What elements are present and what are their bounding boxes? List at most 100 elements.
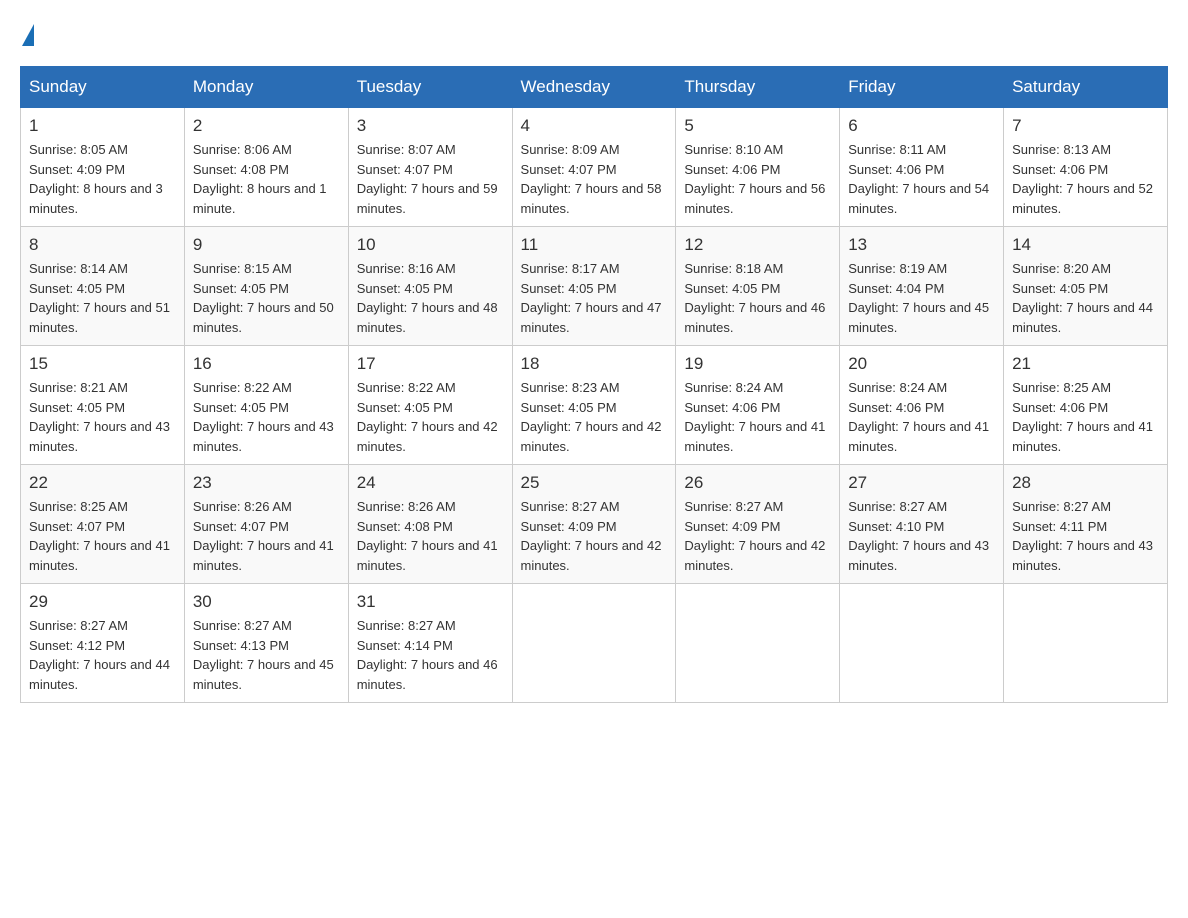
calendar-day-cell: 11 Sunrise: 8:17 AMSunset: 4:05 PMDayligh…: [512, 227, 676, 346]
calendar-day-cell: 13 Sunrise: 8:19 AMSunset: 4:04 PMDayligh…: [840, 227, 1004, 346]
calendar-day-cell: 14Sunrise: 8:20 AMSunset: 4:05 PMDayligh…: [1004, 227, 1168, 346]
calendar-day-header: Tuesday: [348, 67, 512, 108]
day-info: Sunrise: 8:16 AMSunset: 4:05 PMDaylight:…: [357, 259, 504, 337]
day-info: Sunrise: 8:27 AMSunset: 4:14 PMDaylight:…: [357, 616, 504, 694]
calendar-day-header: Thursday: [676, 67, 840, 108]
day-info: Sunrise: 8:11 AMSunset: 4:06 PMDaylight:…: [848, 140, 995, 218]
logo-triangle-icon: [22, 24, 34, 46]
calendar-week-row: 8 Sunrise: 8:14 AMSunset: 4:05 PMDaylight…: [21, 227, 1168, 346]
calendar-day-cell: 15 Sunrise: 8:21 AMSunset: 4:05 PMDayligh…: [21, 346, 185, 465]
day-info: Sunrise: 8:14 AMSunset: 4:05 PMDaylight:…: [29, 259, 176, 337]
day-info: Sunrise: 8:10 AMSunset: 4:06 PMDaylight:…: [684, 140, 831, 218]
day-info: Sunrise: 8:17 AMSunset: 4:05 PMDaylight:…: [521, 259, 668, 337]
day-number: 21: [1012, 354, 1159, 374]
day-info: Sunrise: 8:07 AMSunset: 4:07 PMDaylight:…: [357, 140, 504, 218]
day-info: Sunrise: 8:18 AMSunset: 4:05 PMDaylight:…: [684, 259, 831, 337]
day-number: 19: [684, 354, 831, 374]
day-info: Sunrise: 8:23 AMSunset: 4:05 PMDaylight:…: [521, 378, 668, 456]
calendar-day-cell: 16 Sunrise: 8:22 AMSunset: 4:05 PMDayligh…: [184, 346, 348, 465]
calendar-header-row: SundayMondayTuesdayWednesdayThursdayFrid…: [21, 67, 1168, 108]
calendar-day-cell: 19Sunrise: 8:24 AMSunset: 4:06 PMDayligh…: [676, 346, 840, 465]
day-number: 23: [193, 473, 340, 493]
day-info: Sunrise: 8:06 AMSunset: 4:08 PMDaylight:…: [193, 140, 340, 218]
calendar-week-row: 29Sunrise: 8:27 AMSunset: 4:12 PMDayligh…: [21, 584, 1168, 703]
day-info: Sunrise: 8:21 AMSunset: 4:05 PMDaylight:…: [29, 378, 176, 456]
day-number: 7: [1012, 116, 1159, 136]
calendar-day-cell: 9 Sunrise: 8:15 AMSunset: 4:05 PMDaylight…: [184, 227, 348, 346]
calendar-day-cell: 26 Sunrise: 8:27 AMSunset: 4:09 PMDayligh…: [676, 465, 840, 584]
calendar-day-cell: 10 Sunrise: 8:16 AMSunset: 4:05 PMDayligh…: [348, 227, 512, 346]
day-info: Sunrise: 8:20 AMSunset: 4:05 PMDaylight:…: [1012, 259, 1159, 337]
calendar-day-cell: 6 Sunrise: 8:11 AMSunset: 4:06 PMDaylight…: [840, 108, 1004, 227]
calendar-week-row: 22Sunrise: 8:25 AMSunset: 4:07 PMDayligh…: [21, 465, 1168, 584]
day-info: Sunrise: 8:24 AMSunset: 4:06 PMDaylight:…: [848, 378, 995, 456]
day-info: Sunrise: 8:27 AMSunset: 4:09 PMDaylight:…: [684, 497, 831, 575]
day-number: 3: [357, 116, 504, 136]
day-number: 25: [521, 473, 668, 493]
day-number: 1: [29, 116, 176, 136]
calendar-day-header: Saturday: [1004, 67, 1168, 108]
calendar-day-cell: 18 Sunrise: 8:23 AMSunset: 4:05 PMDayligh…: [512, 346, 676, 465]
day-number: 27: [848, 473, 995, 493]
calendar-day-cell: 25 Sunrise: 8:27 AMSunset: 4:09 PMDayligh…: [512, 465, 676, 584]
calendar-week-row: 1 Sunrise: 8:05 AMSunset: 4:09 PMDaylight…: [21, 108, 1168, 227]
calendar-empty-cell: [840, 584, 1004, 703]
day-info: Sunrise: 8:27 AMSunset: 4:09 PMDaylight:…: [521, 497, 668, 575]
day-number: 13: [848, 235, 995, 255]
calendar-day-cell: 28 Sunrise: 8:27 AMSunset: 4:11 PMDayligh…: [1004, 465, 1168, 584]
day-info: Sunrise: 8:15 AMSunset: 4:05 PMDaylight:…: [193, 259, 340, 337]
day-number: 11: [521, 235, 668, 255]
day-number: 30: [193, 592, 340, 612]
calendar-day-cell: 17Sunrise: 8:22 AMSunset: 4:05 PMDayligh…: [348, 346, 512, 465]
day-info: Sunrise: 8:13 AMSunset: 4:06 PMDaylight:…: [1012, 140, 1159, 218]
day-info: Sunrise: 8:27 AMSunset: 4:13 PMDaylight:…: [193, 616, 340, 694]
calendar-day-header: Monday: [184, 67, 348, 108]
day-number: 26: [684, 473, 831, 493]
calendar-day-cell: 8 Sunrise: 8:14 AMSunset: 4:05 PMDaylight…: [21, 227, 185, 346]
day-number: 9: [193, 235, 340, 255]
day-info: Sunrise: 8:26 AMSunset: 4:08 PMDaylight:…: [357, 497, 504, 575]
day-info: Sunrise: 8:22 AMSunset: 4:05 PMDaylight:…: [357, 378, 504, 456]
calendar-empty-cell: [676, 584, 840, 703]
calendar-day-cell: 1 Sunrise: 8:05 AMSunset: 4:09 PMDaylight…: [21, 108, 185, 227]
page-header: [20, 20, 1168, 46]
logo: [20, 20, 34, 46]
day-number: 18: [521, 354, 668, 374]
day-info: Sunrise: 8:27 AMSunset: 4:11 PMDaylight:…: [1012, 497, 1159, 575]
day-number: 16: [193, 354, 340, 374]
calendar-day-header: Friday: [840, 67, 1004, 108]
day-number: 10: [357, 235, 504, 255]
calendar-day-cell: 12 Sunrise: 8:18 AMSunset: 4:05 PMDayligh…: [676, 227, 840, 346]
day-number: 28: [1012, 473, 1159, 493]
calendar-empty-cell: [1004, 584, 1168, 703]
calendar-empty-cell: [512, 584, 676, 703]
calendar-table: SundayMondayTuesdayWednesdayThursdayFrid…: [20, 66, 1168, 703]
calendar-day-cell: 4 Sunrise: 8:09 AMSunset: 4:07 PMDaylight…: [512, 108, 676, 227]
calendar-week-row: 15 Sunrise: 8:21 AMSunset: 4:05 PMDayligh…: [21, 346, 1168, 465]
calendar-day-header: Sunday: [21, 67, 185, 108]
calendar-day-cell: 24Sunrise: 8:26 AMSunset: 4:08 PMDayligh…: [348, 465, 512, 584]
day-info: Sunrise: 8:22 AMSunset: 4:05 PMDaylight:…: [193, 378, 340, 456]
day-number: 6: [848, 116, 995, 136]
day-info: Sunrise: 8:09 AMSunset: 4:07 PMDaylight:…: [521, 140, 668, 218]
day-info: Sunrise: 8:25 AMSunset: 4:07 PMDaylight:…: [29, 497, 176, 575]
day-info: Sunrise: 8:19 AMSunset: 4:04 PMDaylight:…: [848, 259, 995, 337]
calendar-day-cell: 30 Sunrise: 8:27 AMSunset: 4:13 PMDayligh…: [184, 584, 348, 703]
day-number: 4: [521, 116, 668, 136]
day-number: 15: [29, 354, 176, 374]
day-info: Sunrise: 8:25 AMSunset: 4:06 PMDaylight:…: [1012, 378, 1159, 456]
calendar-day-cell: 27 Sunrise: 8:27 AMSunset: 4:10 PMDayligh…: [840, 465, 1004, 584]
day-number: 8: [29, 235, 176, 255]
calendar-day-cell: 31Sunrise: 8:27 AMSunset: 4:14 PMDayligh…: [348, 584, 512, 703]
day-info: Sunrise: 8:26 AMSunset: 4:07 PMDaylight:…: [193, 497, 340, 575]
day-info: Sunrise: 8:27 AMSunset: 4:10 PMDaylight:…: [848, 497, 995, 575]
day-number: 12: [684, 235, 831, 255]
day-number: 5: [684, 116, 831, 136]
calendar-day-cell: 29Sunrise: 8:27 AMSunset: 4:12 PMDayligh…: [21, 584, 185, 703]
calendar-day-cell: 5 Sunrise: 8:10 AMSunset: 4:06 PMDaylight…: [676, 108, 840, 227]
calendar-day-cell: 2Sunrise: 8:06 AMSunset: 4:08 PMDaylight…: [184, 108, 348, 227]
day-number: 20: [848, 354, 995, 374]
day-info: Sunrise: 8:27 AMSunset: 4:12 PMDaylight:…: [29, 616, 176, 694]
calendar-day-cell: 7 Sunrise: 8:13 AMSunset: 4:06 PMDaylight…: [1004, 108, 1168, 227]
day-info: Sunrise: 8:05 AMSunset: 4:09 PMDaylight:…: [29, 140, 176, 218]
